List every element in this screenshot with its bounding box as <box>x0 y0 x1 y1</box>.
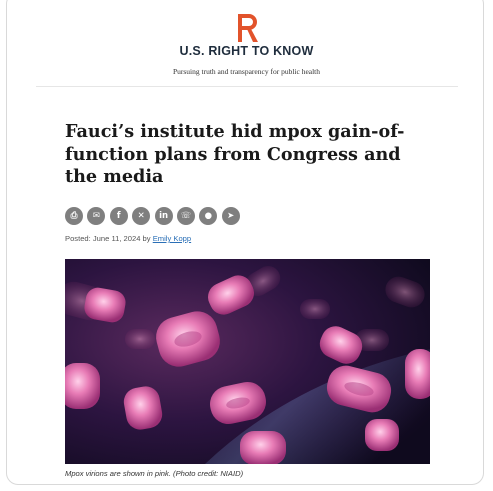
reddit-icon[interactable]: ● <box>199 207 218 225</box>
site-name[interactable]: U.S. RIGHT TO KNOW <box>0 44 493 58</box>
site-tagline: Pursuing truth and transparency for publ… <box>172 67 321 76</box>
share-bar: ⎙ ✉ f ✕ in ☏ ● ➤ <box>65 207 240 225</box>
post-meta: Posted: June 11, 2024 by Emily Kopp <box>65 234 191 243</box>
linkedin-icon[interactable]: in <box>154 207 173 225</box>
telegram-icon[interactable]: ➤ <box>221 207 240 225</box>
author-link[interactable]: Emily Kopp <box>153 234 191 243</box>
x-twitter-icon[interactable]: ✕ <box>132 207 151 225</box>
mpox-virions-image <box>65 259 430 464</box>
article-title: Fauci’s institute hid mpox gain-of-funct… <box>65 121 405 187</box>
print-icon[interactable]: ⎙ <box>65 207 83 225</box>
image-caption: Mpox virions are shown in pink. (Photo c… <box>65 469 244 478</box>
usrtk-logo-icon[interactable] <box>236 12 260 44</box>
email-icon[interactable]: ✉ <box>87 207 106 225</box>
whatsapp-icon[interactable]: ☏ <box>176 207 195 225</box>
facebook-icon[interactable]: f <box>109 207 128 225</box>
header-divider <box>36 86 458 87</box>
posted-date: Posted: June 11, 2024 by <box>65 234 151 243</box>
